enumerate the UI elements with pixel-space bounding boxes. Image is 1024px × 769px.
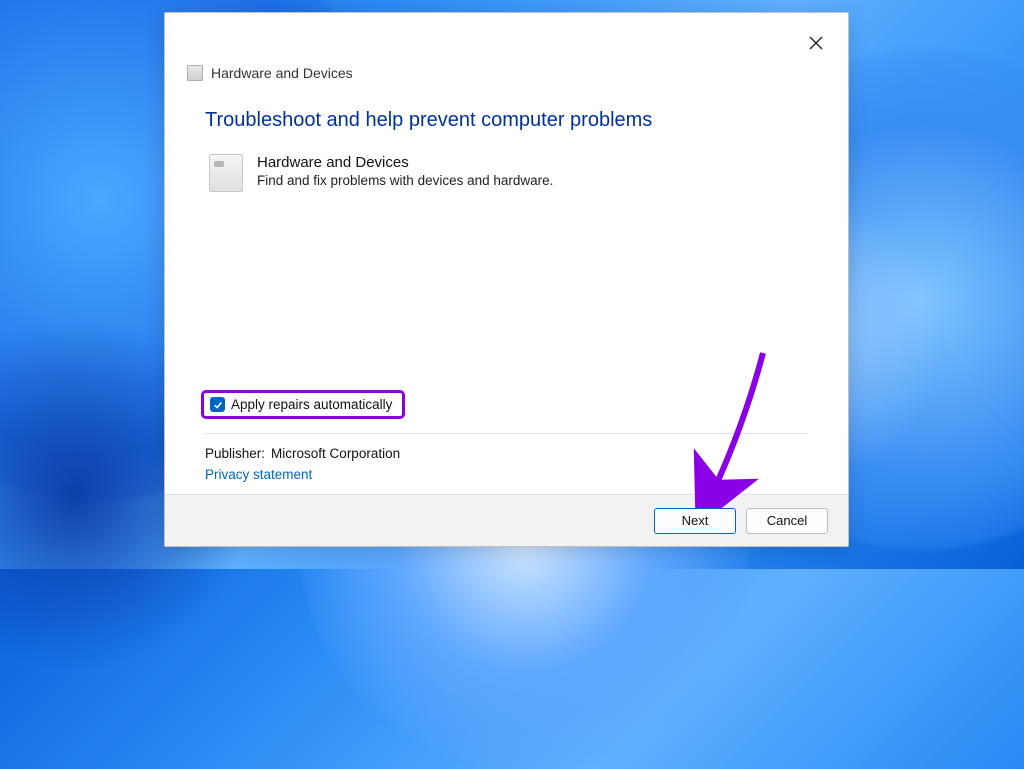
checkmark-icon	[213, 400, 223, 410]
apply-repairs-label: Apply repairs automatically	[231, 397, 392, 412]
divider	[205, 433, 808, 434]
window-title: Hardware and Devices	[211, 65, 353, 81]
publisher-value: Microsoft Corporation	[271, 446, 400, 461]
dialog-content: Troubleshoot and help prevent computer p…	[165, 81, 848, 390]
apply-repairs-highlight: Apply repairs automatically	[201, 390, 405, 419]
cancel-button[interactable]: Cancel	[746, 508, 828, 534]
publisher-row: Publisher: Microsoft Corporation	[205, 446, 808, 461]
privacy-statement-link[interactable]: Privacy statement	[205, 467, 808, 482]
troubleshooter-name: Hardware and Devices	[257, 154, 553, 171]
troubleshooter-dialog: Hardware and Devices Troubleshoot and he…	[164, 12, 849, 547]
next-button[interactable]: Next	[654, 508, 736, 534]
dialog-lower: Apply repairs automatically Publisher: Mi…	[165, 390, 848, 494]
close-button[interactable]	[804, 31, 828, 55]
troubleshooter-block: Hardware and Devices Find and fix proble…	[209, 154, 808, 192]
page-heading: Troubleshoot and help prevent computer p…	[205, 109, 808, 132]
troubleshooter-icon	[209, 154, 243, 192]
apply-repairs-checkbox[interactable]	[210, 397, 225, 412]
window-icon	[187, 65, 203, 81]
dialog-footer: Next Cancel	[165, 494, 848, 546]
troubleshooter-description: Find and fix problems with devices and h…	[257, 173, 553, 188]
close-icon	[809, 36, 823, 50]
titlebar: Hardware and Devices	[165, 13, 848, 81]
publisher-label: Publisher:	[205, 446, 265, 461]
